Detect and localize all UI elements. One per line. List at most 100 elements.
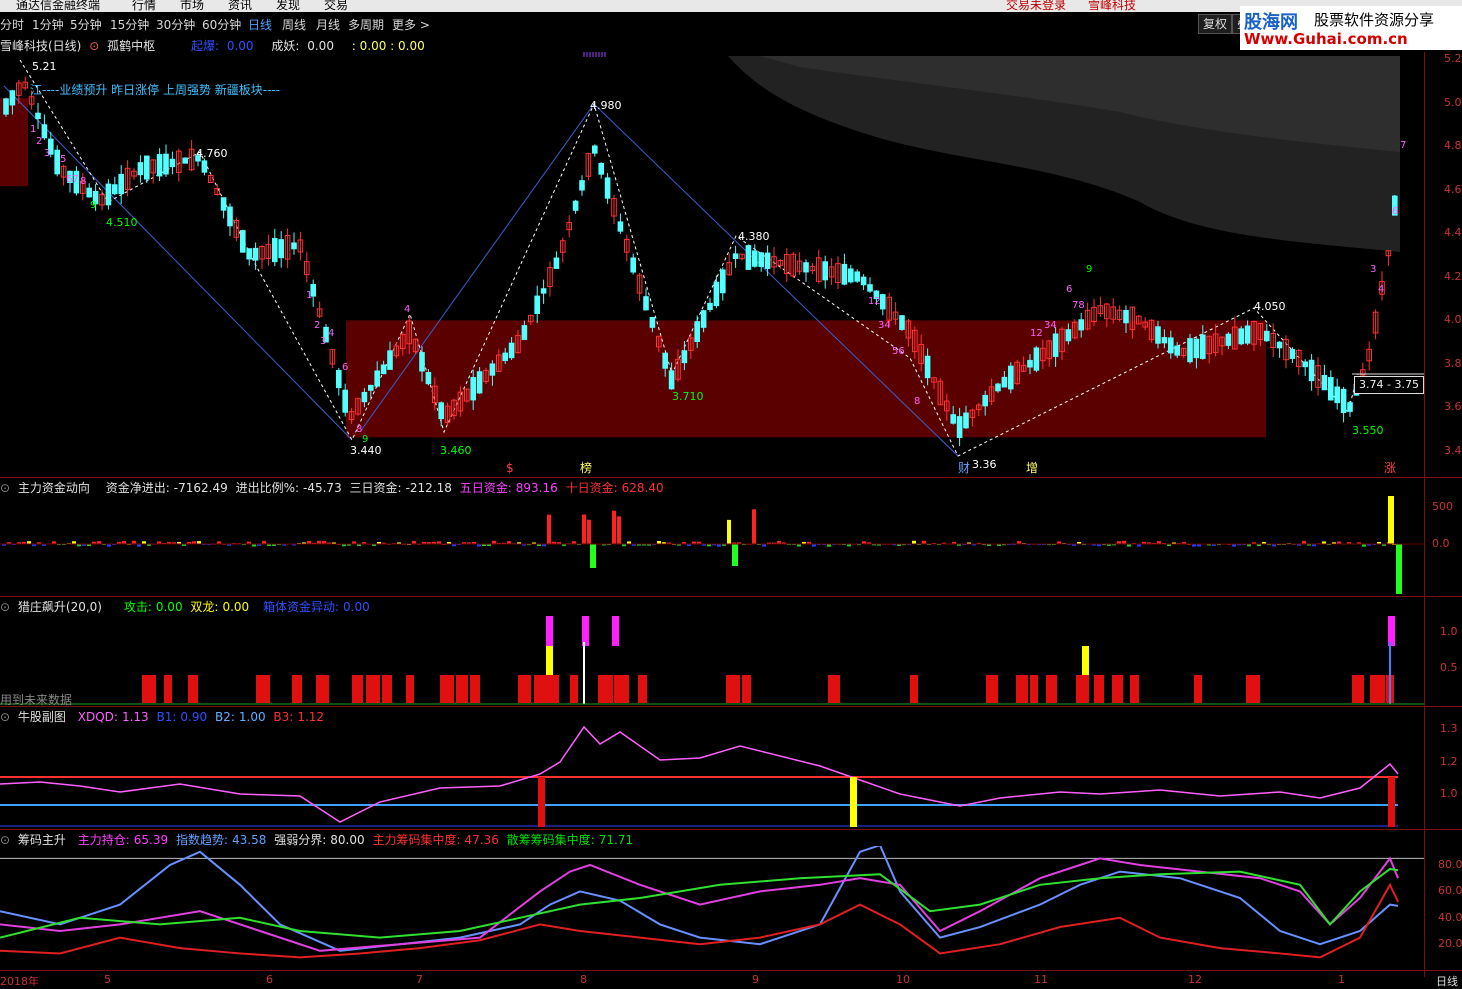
zhuang-bar xyxy=(316,675,329,703)
x-label-year: 2018年 xyxy=(0,975,39,988)
candle-body xyxy=(105,183,112,206)
menu-hangqing[interactable]: 行情 xyxy=(132,0,156,12)
price-range-box: 3.74 - 3.75 xyxy=(1354,376,1424,394)
candle-body xyxy=(732,253,739,259)
chip-title[interactable]: 筹码主升 xyxy=(18,833,66,847)
period-fenshi[interactable]: 分时 xyxy=(0,16,24,33)
chip-indicator-icon[interactable]: ⊙ xyxy=(0,833,10,847)
period-60min[interactable]: 60分钟 xyxy=(202,16,241,33)
candle-body xyxy=(1033,347,1040,371)
chip-y-label-20: 20.0 xyxy=(1438,937,1462,950)
panel-divider xyxy=(0,596,1462,597)
zhuang-bar xyxy=(828,675,840,703)
candle-body xyxy=(982,394,989,407)
strength-value: 80.00 xyxy=(330,833,365,847)
zhuang-y-label-05: 0.5 xyxy=(1440,661,1458,674)
candle-body xyxy=(649,316,656,328)
panel-divider xyxy=(0,477,1462,478)
candle-body xyxy=(9,90,16,106)
candle-body xyxy=(745,245,752,270)
event-marker: $ xyxy=(506,461,514,475)
main-hold-label: 主力持仓: xyxy=(77,833,130,847)
fund-bar xyxy=(732,544,738,566)
period-15min[interactable]: 15分钟 xyxy=(110,16,149,33)
price-label: 4.760 xyxy=(196,147,228,160)
menu-faxian[interactable]: 发现 xyxy=(276,0,300,12)
zhuang-bar xyxy=(986,675,998,703)
attack-signal xyxy=(582,616,589,646)
bar-count: 6 xyxy=(1066,284,1072,295)
candle-body xyxy=(630,257,637,273)
zhuang-bar xyxy=(742,675,751,703)
candle-body xyxy=(1078,319,1085,331)
main-y-label: 3.6 xyxy=(1444,400,1462,413)
zhuang-y-label-1: 1.0 xyxy=(1440,625,1458,638)
candle-body xyxy=(880,294,886,310)
bar-count: 1 xyxy=(30,124,36,135)
candle-body xyxy=(1161,337,1168,344)
chengyao-label: 成妖: xyxy=(271,39,300,53)
x-label-11: 11 xyxy=(1034,973,1048,986)
candle-body xyxy=(374,370,380,387)
login-status[interactable]: 交易未登录 xyxy=(1006,0,1066,12)
menu-zixun[interactable]: 资讯 xyxy=(228,0,252,12)
x-label-5: 5 xyxy=(104,973,111,986)
zhuang-bar xyxy=(614,675,629,703)
zhuang-bar xyxy=(726,675,740,703)
menu-jiaoyi[interactable]: 交易 xyxy=(324,0,348,12)
candle-body xyxy=(240,230,246,253)
period-5min[interactable]: 5分钟 xyxy=(70,16,102,33)
bar-count: 12 xyxy=(868,296,881,307)
bar-count: 56 xyxy=(892,346,905,357)
menu-shichang[interactable]: 市场 xyxy=(180,0,204,12)
candle-body xyxy=(553,257,560,269)
period-monthly[interactable]: 月线 xyxy=(316,16,340,33)
period-multi[interactable]: 多周期 xyxy=(348,16,384,33)
zhuang-bar xyxy=(1016,675,1028,703)
main-y-label: 4.4 xyxy=(1444,226,1462,239)
main-y-label: 3.8 xyxy=(1444,356,1462,370)
indicator-name[interactable]: 孤鹤中枢 xyxy=(107,39,155,53)
bar-count: 8 xyxy=(914,396,920,407)
price-label: 4.980 xyxy=(590,99,622,112)
bull-signal-bar xyxy=(1388,777,1395,827)
fuquan-button[interactable]: 复权 xyxy=(1198,14,1233,34)
candle-body xyxy=(758,252,765,267)
price-label: 3.710 xyxy=(672,390,704,403)
fund-ratio-value: -45.73 xyxy=(303,481,342,495)
period-30min[interactable]: 30分钟 xyxy=(156,16,195,33)
period-1min[interactable]: 1分钟 xyxy=(32,16,64,33)
price-label: 3.36 xyxy=(972,458,997,471)
index-trend-line xyxy=(0,846,1399,952)
candle-body xyxy=(1340,388,1347,413)
fund-indicator-icon[interactable]: ⊙ xyxy=(0,481,10,495)
candle-body xyxy=(662,352,669,369)
x-label-7: 7 xyxy=(416,973,423,986)
candle-body xyxy=(1174,345,1181,356)
period-more[interactable]: 更多 > xyxy=(392,16,430,33)
candle-body xyxy=(1193,338,1200,359)
main-y-label: 4.6 xyxy=(1444,182,1462,196)
bull-y-label-13: 1.3 xyxy=(1440,722,1458,735)
candle-body xyxy=(950,414,957,424)
price-label: 3.550 xyxy=(1352,424,1384,437)
candle-body xyxy=(956,416,963,438)
candle-body xyxy=(1244,325,1251,344)
fund-title[interactable]: 主力资金动向 xyxy=(18,481,90,495)
candle-body xyxy=(995,383,1001,392)
zhuang-bar xyxy=(548,675,559,703)
x-period-label[interactable]: 日线 xyxy=(1436,973,1458,989)
candle-body xyxy=(1001,376,1008,388)
period-daily[interactable]: 日线 xyxy=(248,16,272,33)
candle-body xyxy=(163,153,169,175)
indicator-icon[interactable]: ⊙ xyxy=(89,39,99,53)
double-dragon-signal xyxy=(1082,646,1089,675)
retail-conc-label: 散筹筹码集中度: xyxy=(506,833,595,847)
period-weekly[interactable]: 周线 xyxy=(282,16,306,33)
zhuang-bar xyxy=(1094,675,1104,703)
candle-body xyxy=(361,391,368,403)
bar-count: 9 xyxy=(90,200,96,211)
zhuang-bar xyxy=(1046,675,1057,703)
candle-body xyxy=(1264,330,1270,342)
fund-5day-label: 五日资金: xyxy=(459,481,512,495)
